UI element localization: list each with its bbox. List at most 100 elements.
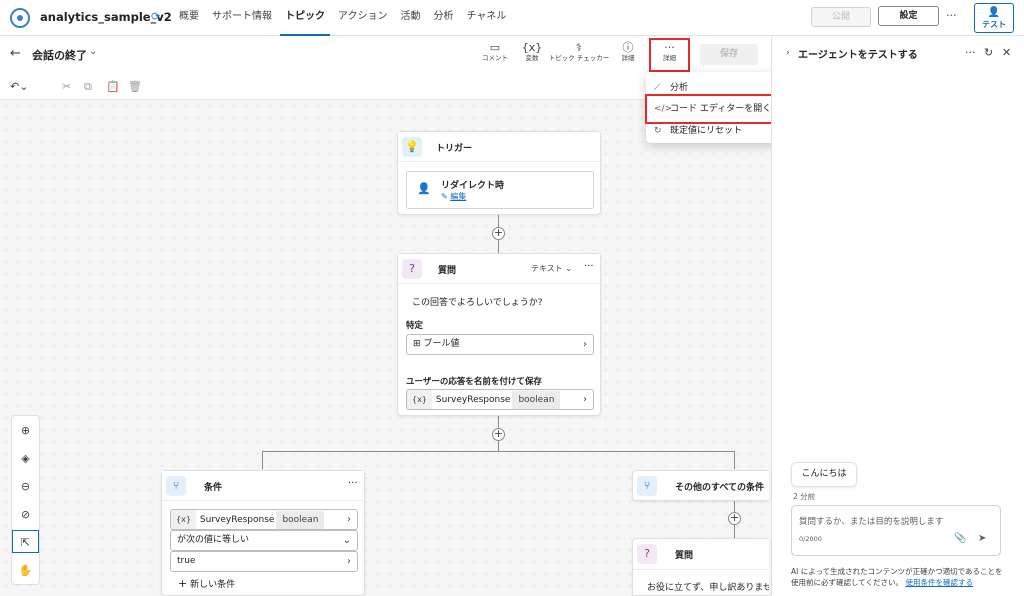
hand-pan-icon[interactable]: ✋	[12, 559, 39, 582]
add-node-icon[interactable]: +	[492, 428, 505, 441]
settings-button[interactable]: 設定	[878, 6, 939, 26]
edit-link-label: 編集	[450, 192, 467, 201]
menu-item-reset[interactable]: ↻ 既定値にリセット	[654, 123, 742, 136]
highlight-box-more	[649, 38, 690, 72]
chevron-down-icon[interactable]: ⌄	[89, 46, 97, 57]
question-node-header: ? 質問 テキスト ⌄ ···	[398, 254, 600, 284]
chart-icon: ⟋	[654, 83, 661, 93]
connector-line	[734, 451, 735, 469]
app-logo-icon	[10, 8, 30, 28]
recenter-icon[interactable]: ◈	[12, 447, 39, 470]
agent-status-icon[interactable]: ⟳	[151, 10, 163, 24]
panel-more-icon[interactable]: ···	[965, 46, 976, 59]
question-icon: ?	[637, 544, 657, 564]
question-node[interactable]: ? 質問 テキスト ⌄ ··· この回答でよろしいでしょうか? 特定 ⊞ ブール…	[397, 253, 601, 416]
canvas-zoom-toolbar: ⊕ ◈ ⊖ ⊘ ⇱ ✋	[11, 415, 40, 585]
question2-text[interactable]: お役に立てず、申し訳ありませ	[647, 580, 769, 593]
plus-icon: +	[178, 577, 188, 590]
variable-name: SurveyResponse	[435, 395, 511, 405]
chevron-right-icon[interactable]: ›	[786, 48, 790, 58]
menu-item-analytics-label: 分析	[670, 83, 689, 93]
ai-disclaimer: AI によって生成されたコンテンツが正確かつ適切であることを使用前に必ず確認して…	[791, 566, 1006, 588]
nav-item-channels[interactable]: チャネル	[462, 0, 512, 36]
identify-label: 特定	[406, 321, 424, 331]
add-node-icon[interactable]: +	[728, 512, 741, 525]
topic-checker-button[interactable]: ⚕ トピック チェッカー	[548, 41, 610, 69]
more-icon[interactable]: ···	[946, 9, 957, 22]
undo-icon[interactable]: ↶⌄	[10, 80, 28, 93]
chevron-right-icon: ›	[583, 394, 587, 405]
details-button[interactable]: ⓘ 詳細	[614, 41, 642, 69]
comment-button[interactable]: ▭ コメント	[478, 41, 512, 69]
save-response-label: ユーザーの応答を名前を付けて保存	[406, 377, 542, 387]
attach-icon[interactable]: 📎	[954, 533, 966, 544]
delete-icon[interactable]: 🗑	[128, 80, 142, 93]
paste-icon[interactable]: 📋	[106, 80, 120, 93]
question-prompt[interactable]: この回答でよろしいでしょうか?	[412, 295, 543, 308]
close-icon[interactable]: ✕	[1002, 46, 1011, 59]
nav-item-activity[interactable]: 活動	[396, 0, 426, 36]
trigger-card[interactable]: 👤 リダイレクト時 ✎ 編集	[406, 171, 594, 209]
copy-icon[interactable]: ⧉	[84, 80, 92, 94]
person-icon: 👤	[987, 7, 1001, 18]
menu-item-analytics[interactable]: ⟋ 分析	[654, 80, 688, 93]
condition-title: 条件	[204, 483, 223, 493]
add-node-icon[interactable]: +	[492, 227, 505, 240]
other-conditions-node[interactable]: ⑂ その他のすべての条件	[632, 470, 769, 501]
question-icon: ?	[402, 259, 422, 279]
zoom-in-icon[interactable]: ⊕	[12, 419, 39, 442]
reset-icon: ↻	[654, 126, 662, 136]
trigger-title: トリガー	[436, 144, 473, 154]
condition-operator-select[interactable]: が次の値に等しい ⌄	[170, 530, 358, 551]
other-conditions-title: その他のすべての条件	[675, 483, 765, 493]
node-more-icon[interactable]: ···	[584, 261, 594, 272]
main-nav: 概要 サポート情報 トピック アクション 活動 分析 チャネル	[174, 0, 514, 36]
topic-title: 会話の終了	[32, 49, 87, 62]
chevron-right-icon: ›	[583, 339, 587, 350]
select-pointer-icon[interactable]: ⇱	[12, 530, 39, 553]
publish-button[interactable]: 公開	[811, 7, 871, 27]
nav-item-actions[interactable]: アクション	[333, 0, 393, 36]
edit-link[interactable]: ✎ 編集	[441, 191, 466, 202]
send-icon[interactable]: ➤	[978, 533, 986, 544]
question2-title: 質問	[675, 551, 694, 561]
node-more-icon[interactable]: ···	[348, 478, 358, 489]
cut-icon[interactable]: ✂	[62, 80, 71, 93]
variables-button[interactable]: {x} 変数	[518, 41, 546, 69]
variable-type: boolean	[512, 391, 561, 409]
minimap-off-icon[interactable]: ⊘	[12, 503, 39, 526]
condition-node[interactable]: ⑂ 条件 ··· {x} SurveyResponse boolean › が次の値…	[161, 470, 365, 596]
nav-item-overview[interactable]: 概要	[174, 0, 204, 36]
grid-icon: ⊞	[413, 339, 421, 349]
save-variable-field[interactable]: {x} SurveyResponse boolean ›	[406, 389, 594, 410]
save-button[interactable]: 保存	[700, 44, 758, 65]
nav-item-analytics[interactable]: 分析	[429, 0, 459, 36]
variables-label: 変数	[525, 54, 539, 62]
trigger-node-header: 💡 トリガー	[398, 132, 600, 162]
nav-item-knowledge[interactable]: サポート情報	[207, 0, 277, 36]
back-arrow-icon[interactable]: ←	[10, 46, 21, 61]
condition-variable-name: SurveyResponse	[199, 515, 275, 525]
question-node-2[interactable]: ? 質問 お役に立てず、申し訳ありませ	[632, 538, 769, 596]
condition-value-field[interactable]: true ›	[170, 551, 358, 572]
chat-input[interactable]	[791, 505, 1001, 556]
condition-variable-field[interactable]: {x} SurveyResponse boolean ›	[170, 509, 358, 530]
identify-select[interactable]: ⊞ ブール値 ›	[406, 334, 594, 355]
divider	[633, 569, 769, 570]
nav-item-topics[interactable]: トピック	[280, 0, 330, 36]
question-type-dropdown[interactable]: テキスト ⌄	[531, 263, 572, 274]
trigger-node[interactable]: 💡 トリガー 👤 リダイレクト時 ✎ 編集	[397, 131, 601, 215]
test-button[interactable]: 👤 テスト	[974, 3, 1014, 33]
character-counter: 0/2000	[799, 535, 822, 543]
variable-icon: {x}	[171, 510, 196, 529]
refresh-icon[interactable]: ↻	[984, 46, 993, 59]
stethoscope-icon: ⚕	[576, 41, 582, 54]
topic-canvas[interactable]	[0, 100, 771, 596]
test-button-label: テスト	[982, 20, 1006, 29]
connector-line	[262, 451, 263, 469]
zoom-out-icon[interactable]: ⊖	[12, 475, 39, 498]
terms-link[interactable]: 使用条件を確認する	[905, 578, 973, 587]
new-condition-button[interactable]: + 新しい条件	[178, 577, 235, 590]
question-title: 質問	[438, 266, 457, 276]
condition-value: true	[177, 556, 196, 566]
